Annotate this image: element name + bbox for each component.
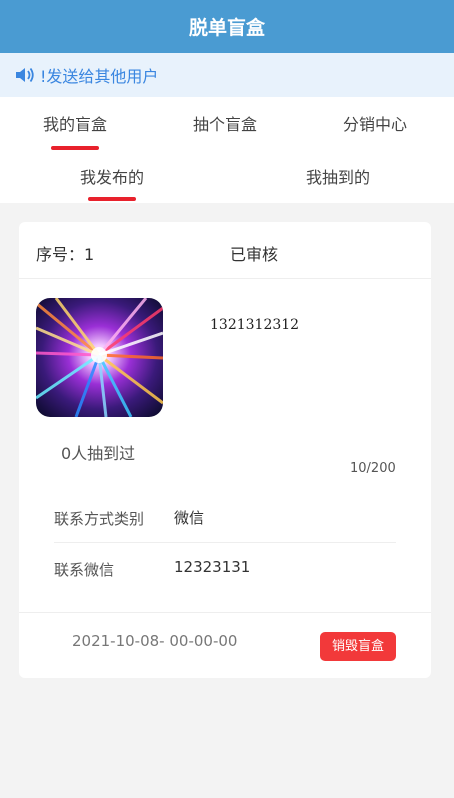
contact-wechat-value: 12323131 [174, 558, 251, 576]
speaker-icon [16, 67, 34, 83]
contact-wechat-label: 联系微信 [54, 561, 115, 579]
subtab-drawn[interactable]: 我抽到的 [288, 152, 388, 203]
main-tabs: 我的盲盒 抽个盲盒 分销中心 [0, 97, 454, 152]
contact-type-row: 联系方式类别 微信 [54, 495, 396, 543]
tab-draw-box[interactable]: 抽个盲盒 [176, 97, 274, 152]
drawn-count: 0人抽到过 [61, 444, 136, 463]
blind-box-card: 序号：1 已审核 1321312312 0人抽到过 10/200 联系方式类别 … [19, 222, 431, 678]
destroy-box-button[interactable]: 销毁盲盒 [320, 632, 396, 661]
sequence-number: 序号：1 [36, 245, 95, 264]
sub-tabs: 我发布的 我抽到的 [0, 152, 454, 203]
box-image[interactable] [36, 298, 163, 417]
active-subtab-indicator [88, 197, 136, 201]
subtab-label: 我发布的 [79, 168, 144, 187]
contact-type-label: 联系方式类别 [54, 510, 145, 528]
speed-burst-image [36, 298, 163, 417]
notice-text: !发送给其他用户 [40, 67, 159, 86]
active-tab-indicator [51, 146, 99, 150]
card-footer: 2021-10-08- 00-00-00 销毁盲盒 [19, 612, 431, 678]
tab-label: 分销中心 [342, 115, 407, 134]
notice-bar: !发送给其他用户 [0, 53, 454, 97]
status-badge: 已审核 [230, 245, 279, 264]
tab-label: 我的盲盒 [42, 115, 107, 134]
page-title: 脱单盲盒 [188, 17, 265, 39]
contact-type-value: 微信 [174, 509, 205, 527]
app-header: 脱单盲盒 [0, 0, 454, 53]
tab-distribution-center[interactable]: 分销中心 [326, 97, 424, 152]
subtab-label: 我抽到的 [305, 168, 370, 187]
draw-ratio: 10/200 [350, 461, 396, 476]
publish-date: 2021-10-08- 00-00-00 [72, 632, 238, 650]
tab-my-boxes[interactable]: 我的盲盒 [26, 97, 124, 152]
subtab-published[interactable]: 我发布的 [62, 152, 162, 203]
contact-wechat-row: 联系微信 12323131 [54, 546, 396, 594]
box-code: 1321312312 [210, 317, 300, 333]
tab-label: 抽个盲盒 [192, 115, 257, 134]
card-header: 序号：1 已审核 [19, 222, 431, 279]
